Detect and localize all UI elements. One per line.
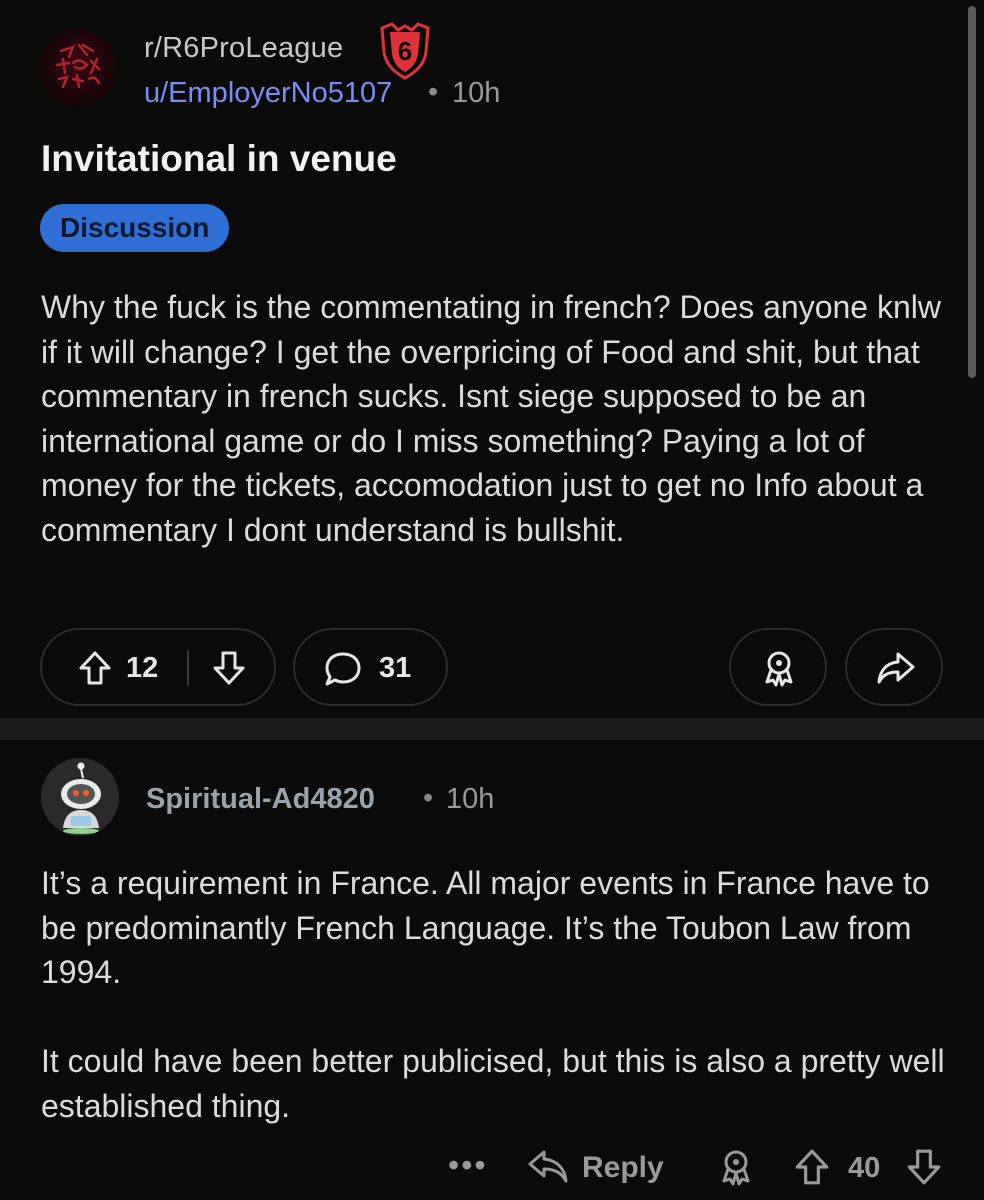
award-icon[interactable]	[718, 1148, 754, 1193]
speech-bubble-icon	[323, 650, 363, 693]
commenter-avatar[interactable]	[41, 758, 119, 836]
more-options-icon[interactable]: •••	[448, 1147, 488, 1184]
award-button[interactable]	[729, 628, 827, 706]
upvote-count: 12	[126, 652, 159, 684]
arrow-down-icon[interactable]	[906, 1148, 942, 1191]
comment-paragraph: It’s a requirement in France. All major …	[41, 865, 930, 990]
meta-separator: •	[428, 76, 439, 108]
arrow-down-icon[interactable]	[212, 650, 246, 691]
scrollbar[interactable]	[968, 6, 976, 378]
post-flair[interactable]: Discussion	[40, 204, 230, 252]
subreddit-name[interactable]: r/R6ProLeague	[144, 32, 343, 65]
post-timestamp: 10h	[452, 77, 501, 109]
vote-divider	[187, 650, 189, 686]
share-arrow-icon	[876, 651, 916, 690]
comment-body: It’s a requirement in France. All major …	[41, 861, 961, 1128]
reply-label: Reply	[582, 1151, 664, 1184]
post-title: Invitational in venue	[41, 138, 397, 179]
subreddit-avatar[interactable]	[39, 29, 117, 107]
share-button[interactable]	[845, 628, 943, 706]
reply-arrow-icon	[526, 1148, 570, 1191]
six-invitational-badge-icon: 6	[378, 22, 432, 80]
post-author[interactable]: u/EmployerNo5107	[144, 77, 392, 110]
comment-paragraph: It could have been better publicised, bu…	[41, 1043, 945, 1124]
arrow-up-icon[interactable]	[78, 650, 112, 691]
arrow-up-icon[interactable]	[794, 1148, 830, 1191]
comment-author[interactable]: Spiritual-Ad4820	[146, 783, 375, 816]
post-comment-divider	[0, 718, 984, 740]
svg-text:6: 6	[398, 36, 412, 66]
comment-count: 31	[379, 652, 412, 684]
comments-button[interactable]: 31	[293, 628, 448, 706]
post-body: Why the fuck is the commentating in fren…	[41, 289, 941, 548]
meta-separator: •	[423, 782, 434, 814]
vote-control: 12	[40, 628, 276, 706]
comment-timestamp: 10h	[446, 783, 495, 815]
award-icon	[761, 649, 797, 692]
comment-score: 40	[848, 1152, 881, 1184]
reply-button[interactable]: Reply	[526, 1146, 676, 1190]
post-card: r/R6ProLeague 6 u/EmployerNo5107 • 10h I…	[0, 0, 984, 718]
